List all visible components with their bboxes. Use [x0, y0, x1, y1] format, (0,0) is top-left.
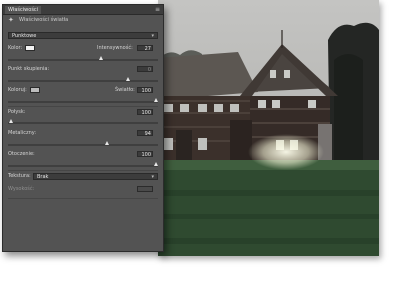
- ambience-label: Otoczenie:: [8, 151, 35, 157]
- divider: [8, 106, 158, 107]
- metallic-label: Metaliczny:: [8, 130, 37, 136]
- hotspot-slider-thumb[interactable]: [125, 77, 130, 81]
- intensity-label: Intensywność:: [97, 45, 133, 51]
- exposure-input[interactable]: 100: [137, 87, 153, 94]
- divider: [8, 198, 158, 199]
- metallic-input[interactable]: 94: [137, 130, 153, 137]
- texture-label: Tekstura:: [8, 173, 31, 179]
- texture-dropdown[interactable]: Brak ▾: [33, 173, 158, 180]
- light-type-dropdown[interactable]: Punktowe ▾: [8, 32, 158, 39]
- hotspot-input[interactable]: 0: [137, 66, 153, 73]
- colorize-swatch[interactable]: [30, 87, 40, 93]
- canvas-image[interactable]: [158, 0, 379, 256]
- hotspot-slider[interactable]: [8, 77, 158, 82]
- ambience-slider-thumb[interactable]: [154, 162, 158, 166]
- lightbulb-icon: ✦: [8, 16, 14, 24]
- intensity-slider-thumb[interactable]: [98, 56, 103, 60]
- exposure-label: Światło:: [115, 87, 135, 93]
- color-label: Kolor:: [8, 45, 23, 51]
- metallic-slider[interactable]: [8, 141, 158, 146]
- height-label: Wysokość:: [8, 186, 35, 192]
- exposure-slider[interactable]: [8, 98, 158, 103]
- light-type-value: Punktowe: [12, 33, 37, 39]
- properties-panel: Właściwości ≡ ✦ Właściwości światła Punk…: [2, 4, 164, 252]
- gloss-slider[interactable]: [8, 119, 158, 124]
- metallic-slider-thumb[interactable]: [104, 141, 109, 145]
- panel-tab-bar: Właściwości ≡: [3, 5, 163, 15]
- panel-title: Właściwości światła: [19, 17, 69, 23]
- panel-header: ✦ Właściwości światła: [3, 15, 163, 25]
- gloss-label: Połysk:: [8, 109, 26, 115]
- gloss-slider-thumb[interactable]: [8, 119, 13, 123]
- ambience-input[interactable]: 100: [137, 151, 153, 158]
- hotspot-label: Punkt skupienia:: [8, 66, 50, 72]
- gloss-input[interactable]: 100: [137, 109, 153, 116]
- colorize-label: Koloruj:: [8, 87, 27, 93]
- tab-properties[interactable]: Właściwości: [5, 6, 42, 14]
- intensity-input[interactable]: 27: [137, 45, 153, 52]
- ambience-slider[interactable]: [8, 162, 158, 167]
- intensity-slider[interactable]: [8, 56, 158, 61]
- texture-value: Brak: [37, 174, 49, 180]
- panel-menu-icon[interactable]: ≡: [155, 5, 160, 14]
- divider: [8, 170, 158, 171]
- house-photo: [158, 0, 379, 256]
- height-input[interactable]: [137, 186, 153, 192]
- light-color-swatch[interactable]: [25, 45, 35, 51]
- chevron-down-icon: ▾: [151, 33, 154, 39]
- exposure-slider-thumb[interactable]: [154, 98, 158, 102]
- chevron-down-icon: ▾: [151, 174, 154, 180]
